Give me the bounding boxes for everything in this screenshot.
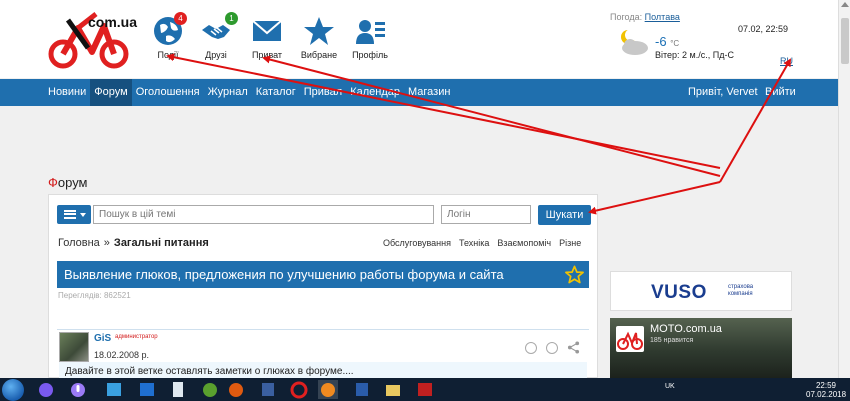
topic-search-input[interactable] xyxy=(93,205,434,224)
menu-item-shop[interactable]: Магазин xyxy=(404,79,454,106)
nav-favorites-label: Вибране xyxy=(300,50,338,60)
menu-item-ads[interactable]: Оголошення xyxy=(132,79,204,106)
language-switch-link[interactable]: RU xyxy=(780,56,793,66)
taskbar-circle-app-icon[interactable] xyxy=(36,380,56,399)
vuso-logo: VUSO xyxy=(651,282,707,303)
weather-label: Погода: Полтава xyxy=(610,12,680,22)
facebook-page-widget[interactable]: MOTO.com.ua 185 нравится xyxy=(610,318,792,378)
post-date: 18.02.2008 р. xyxy=(94,350,150,360)
logout-link[interactable]: Вийти xyxy=(765,79,796,106)
breadcrumb: Головна» Загальні питання xyxy=(58,237,209,249)
login-input[interactable] xyxy=(441,205,531,224)
friends-badge: 1 xyxy=(225,12,238,25)
search-row: Шукати xyxy=(57,205,591,225)
nav-profile-button[interactable]: Профіль xyxy=(342,14,398,70)
menu-item-news[interactable]: Новини xyxy=(44,79,90,106)
taskbar-app-icon[interactable] xyxy=(104,380,124,399)
facebook-page-name[interactable]: MOTO.com.ua xyxy=(650,323,722,335)
scrollbar-thumb[interactable] xyxy=(841,18,849,64)
forum-subnav: Обслуговування Техніка Взаємопоміч Різне xyxy=(383,238,589,248)
taskbar-firefox-icon[interactable] xyxy=(318,380,338,399)
tray-date: 07.02.2018 xyxy=(806,390,847,399)
topic-title: Выявление глюков, предложения по улучшен… xyxy=(64,267,504,282)
forum-panel: Шукати Головна»Загальні питання Обслугов… xyxy=(48,194,598,380)
vuso-subtitle: страхова компанія xyxy=(728,284,754,297)
cloud-moon-icon xyxy=(621,29,648,55)
page-title: Форум xyxy=(48,175,88,190)
main-navbar: Новини Форум Оголошення Журнал Каталог П… xyxy=(0,79,838,106)
reply-icon[interactable] xyxy=(546,342,558,354)
vuso-ad-banner[interactable]: VUSO страхова компанія xyxy=(610,271,792,311)
favorite-star-icon[interactable] xyxy=(565,265,584,284)
taskbar-save-icon[interactable] xyxy=(258,380,278,399)
taskbar-red-app-icon[interactable] xyxy=(415,380,435,399)
windows-taskbar: UK 22:59 07.02.2018 xyxy=(0,378,850,401)
forum-post: GiS администратор 18.02.2008 р. Давайте … xyxy=(57,329,589,380)
taskbar-teamviewer-icon[interactable] xyxy=(137,380,157,399)
temperature: -6 °C xyxy=(655,34,679,49)
share-icon[interactable] xyxy=(567,341,580,354)
taskbar-mic-app-icon[interactable] xyxy=(68,380,88,399)
temperature-value: -6 xyxy=(655,34,667,49)
tray-language[interactable]: UK xyxy=(665,383,675,390)
facebook-page-logo xyxy=(616,326,644,352)
logo-text: com.ua xyxy=(88,14,138,30)
menu-item-catalog[interactable]: Каталог xyxy=(252,79,300,106)
weather-city-link[interactable]: Полтава xyxy=(645,12,680,22)
taskbar-document-icon[interactable] xyxy=(168,380,188,399)
page-title-rest: орум xyxy=(57,175,88,190)
tray-time: 22:59 xyxy=(815,381,837,390)
nav-friends-button[interactable]: 1 Друзі xyxy=(188,12,244,70)
site-logo[interactable]: com.ua xyxy=(48,8,138,70)
nav-friends-label: Друзі xyxy=(205,50,227,60)
envelope-icon xyxy=(252,20,282,41)
chevron-down-icon xyxy=(80,213,86,217)
views-count: Переглядів: 862521 xyxy=(58,291,131,300)
nav-favorites-button[interactable]: Вибране xyxy=(291,14,347,70)
subnav-tech[interactable]: Техніка xyxy=(459,238,489,248)
scroll-up-icon[interactable] xyxy=(841,2,849,7)
breadcrumb-home[interactable]: Головна xyxy=(58,237,100,249)
menu-item-calendar[interactable]: Календар xyxy=(346,79,404,106)
taskbar-torrent-icon[interactable] xyxy=(200,380,220,399)
menu-item-halt[interactable]: Привал xyxy=(300,79,346,106)
taskbar-opera-icon[interactable] xyxy=(289,380,309,399)
subnav-misc[interactable]: Різне xyxy=(559,238,581,248)
header-datetime: 07.02, 22:59 xyxy=(738,24,789,34)
events-badge: 4 xyxy=(174,12,187,25)
facebook-likes: 185 нравится xyxy=(650,337,694,344)
user-card-icon xyxy=(356,20,385,44)
breadcrumb-separator: » xyxy=(103,237,110,249)
page-title-first-letter: Ф xyxy=(48,175,58,190)
subnav-mutual-help[interactable]: Взаємопоміч xyxy=(497,238,551,248)
weather-label-text: Погода: xyxy=(610,12,643,22)
page-scrollbar[interactable] xyxy=(838,0,850,378)
forum-menu-button[interactable] xyxy=(57,205,91,224)
nav-profile-label: Профіль xyxy=(352,50,388,60)
tray-clock[interactable]: 22:59 07.02.2018 xyxy=(806,381,846,399)
avatar[interactable] xyxy=(59,332,89,362)
taskbar-word-icon[interactable] xyxy=(352,380,372,399)
search-button[interactable]: Шукати xyxy=(538,205,591,225)
info-icon[interactable] xyxy=(525,342,537,354)
hamburger-icon xyxy=(64,210,76,219)
wind-info: Вітер: 2 м./с., Пд-С xyxy=(655,50,734,60)
site-header: com.ua 4 Події 1 Друзі Приват Вибране Пр… xyxy=(0,0,838,78)
subnav-service[interactable]: Обслуговування xyxy=(383,238,451,248)
temperature-unit: °C xyxy=(670,39,680,48)
browser-page: com.ua 4 Події 1 Друзі Приват Вибране Пр… xyxy=(0,0,850,401)
start-button[interactable] xyxy=(2,379,24,401)
topic-header: Выявление глюков, предложения по улучшен… xyxy=(57,261,589,288)
menu-item-forum[interactable]: Форум xyxy=(90,79,132,106)
breadcrumb-current: Загальні питання xyxy=(113,237,209,249)
nav-messages-label: Приват xyxy=(251,50,283,60)
user-greeting[interactable]: Привіт, Vervet xyxy=(688,79,758,106)
taskbar-folder-icon[interactable] xyxy=(383,380,403,399)
star-icon xyxy=(304,17,334,45)
post-author-role: администратор xyxy=(115,334,158,340)
post-author[interactable]: GiS xyxy=(94,333,111,344)
nav-messages-button[interactable]: Приват xyxy=(239,14,295,70)
taskbar-media-icon[interactable] xyxy=(226,380,246,399)
menu-item-journal[interactable]: Журнал xyxy=(204,79,252,106)
